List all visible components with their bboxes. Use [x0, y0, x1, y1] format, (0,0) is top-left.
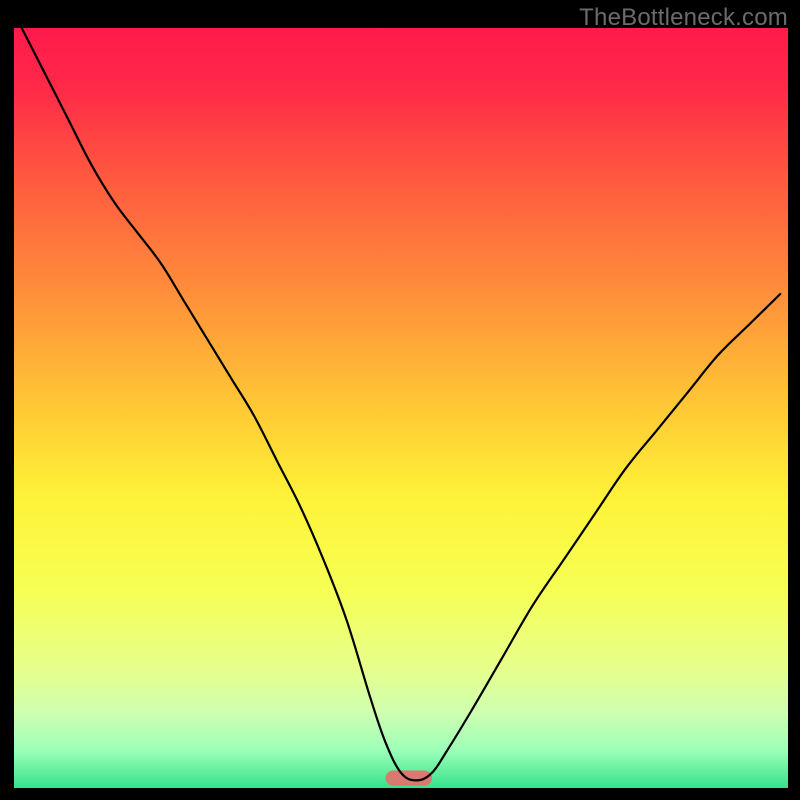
chart-svg: [14, 28, 788, 788]
chart-container: TheBottleneck.com: [0, 0, 800, 800]
plot-area: [14, 28, 788, 788]
